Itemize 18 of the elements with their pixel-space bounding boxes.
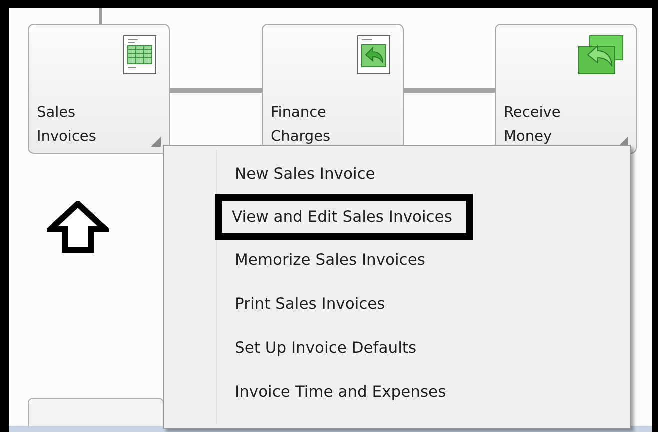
up-arrow-icon <box>47 201 109 253</box>
money-arrow-icon <box>578 35 624 75</box>
menu-item[interactable]: Set Up Invoice Defaults <box>220 326 417 370</box>
tile-label: Finance <box>271 104 326 123</box>
menu-item[interactable]: View and Edit Sales Invoices <box>215 194 474 240</box>
tile-label: Charges <box>271 128 331 147</box>
menu-item[interactable]: New Sales Invoice <box>220 152 376 196</box>
task-tile[interactable]: Receive Money <box>495 24 637 154</box>
menu-item[interactable]: Invoice Time and Expenses <box>220 370 446 414</box>
caret-icon[interactable] <box>151 137 161 147</box>
invoice-icon <box>123 35 157 75</box>
menu-item[interactable]: Memorize Sales Invoices <box>220 238 426 282</box>
tile-label: Receive <box>504 104 561 123</box>
task-tile[interactable]: Sales Invoices <box>28 24 170 154</box>
menu-item[interactable]: Print Sales Invoices <box>220 282 386 326</box>
tile-label: Money <box>504 128 552 147</box>
tile-label: Invoices <box>37 128 96 147</box>
tile-label: Sales <box>37 104 76 123</box>
